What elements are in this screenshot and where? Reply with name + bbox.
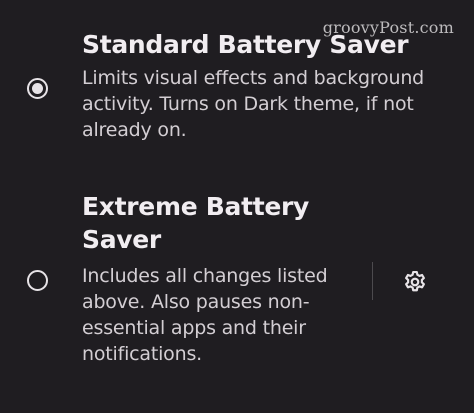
extreme-battery-saver-title: Extreme Battery Saver (82, 192, 310, 254)
standard-battery-saver-title: Standard Battery Saver (82, 30, 409, 59)
extreme-battery-saver-description: Includes all changes listed above. Also … (82, 265, 328, 365)
standard-battery-saver-description: Limits visual effects and background act… (82, 67, 425, 141)
settings-divider (372, 262, 373, 300)
gear-icon[interactable] (402, 269, 428, 295)
standard-battery-saver-radio[interactable] (27, 78, 48, 99)
extreme-battery-saver-option[interactable]: Extreme Battery Saver Includes all chang… (0, 190, 474, 380)
extreme-battery-saver-radio[interactable] (27, 270, 48, 291)
standard-battery-saver-option[interactable]: Standard Battery Saver Limits visual eff… (0, 28, 474, 168)
